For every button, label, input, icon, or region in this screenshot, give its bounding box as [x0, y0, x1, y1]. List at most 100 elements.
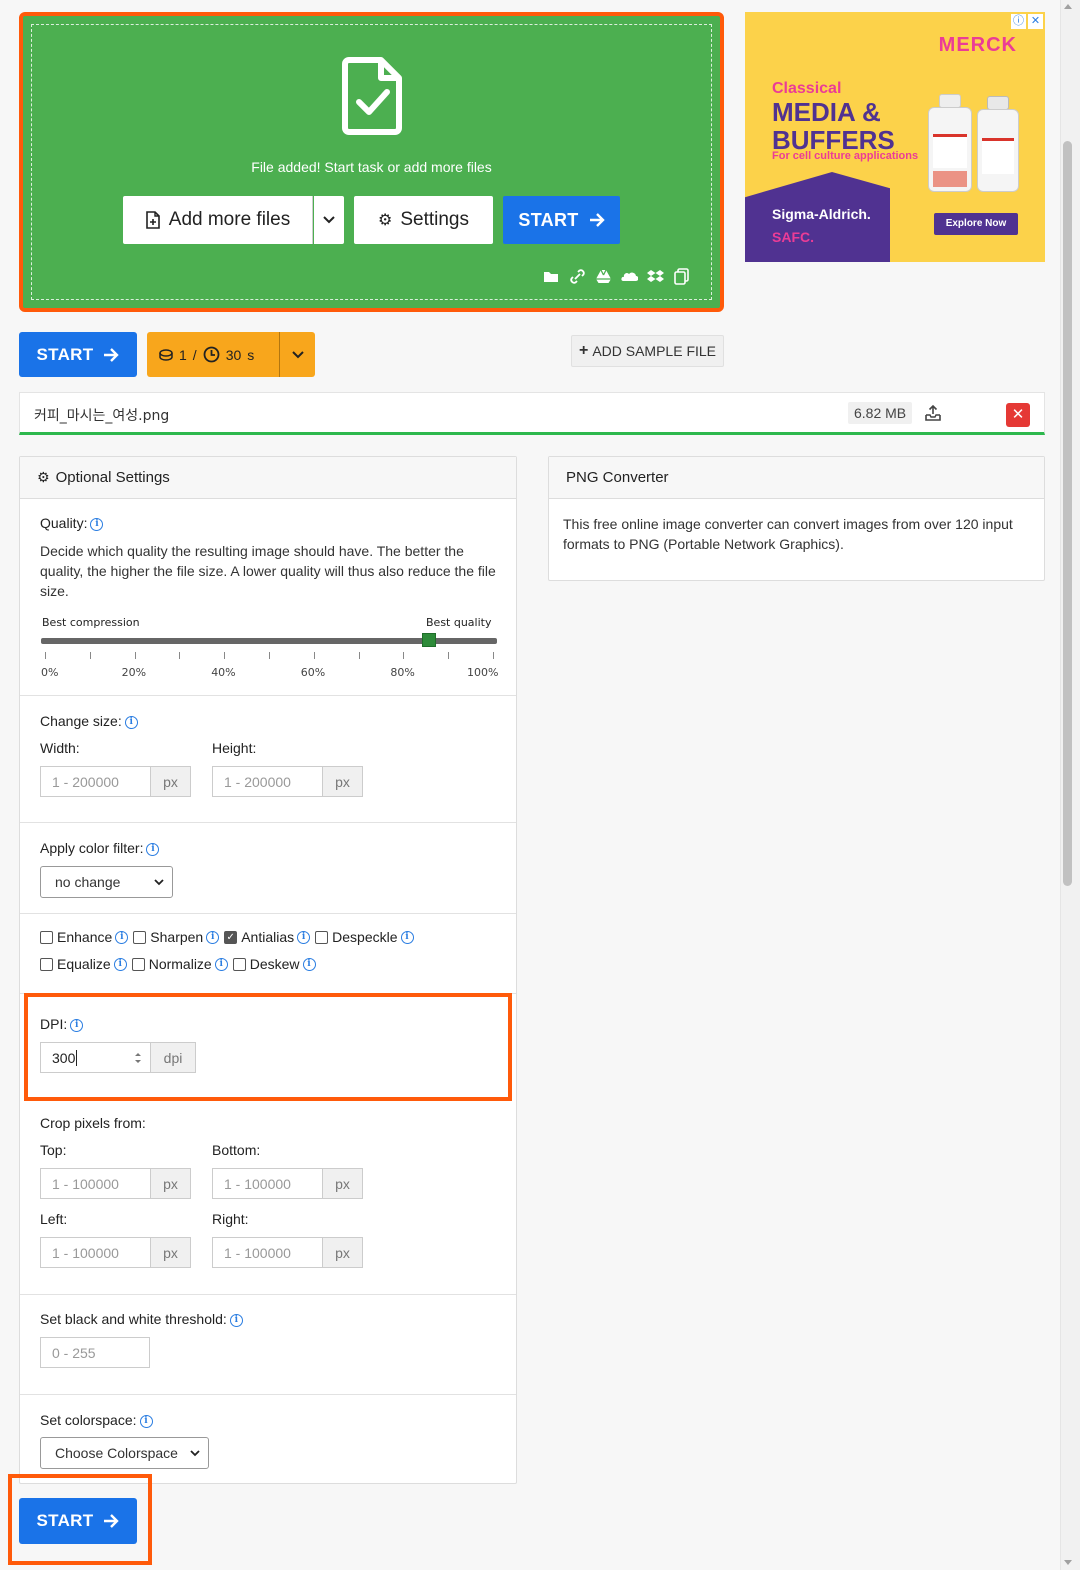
arrow-right-icon: [104, 1514, 120, 1528]
add-sample-file-button[interactable]: + ADD SAMPLE FILE: [571, 335, 724, 367]
file-source-icons: [543, 268, 690, 285]
ad-cta-button[interactable]: Explore Now: [934, 213, 1018, 235]
link-icon[interactable]: [569, 268, 586, 285]
ad-close-icon[interactable]: ✕: [1028, 14, 1043, 29]
info-icon[interactable]: i: [214, 957, 228, 971]
chevron-down-icon: [291, 350, 304, 358]
antialias-checkbox[interactable]: ✓: [224, 930, 238, 944]
info-icon[interactable]: i: [90, 517, 104, 531]
enhance-checkbox[interactable]: [40, 930, 53, 944]
crop-bottom-input[interactable]: 1 - 100000: [212, 1168, 322, 1199]
option-equalize[interactable]: Equalize i: [40, 956, 127, 972]
height-unit: px: [322, 766, 363, 797]
change-size-label-wrap: Change size: i: [40, 713, 138, 729]
crop-left-input[interactable]: 1 - 100000: [40, 1237, 150, 1268]
info-icon[interactable]: i: [115, 930, 129, 944]
deskew-checkbox[interactable]: [232, 957, 246, 971]
credits-count: 1: [179, 346, 187, 363]
file-name: 커피_마시는_여성.png: [34, 408, 170, 424]
onedrive-icon[interactable]: [621, 268, 639, 285]
settings-button[interactable]: ⚙ Settings: [354, 196, 493, 244]
despeckle-checkbox[interactable]: [315, 930, 329, 944]
option-sharpen[interactable]: Sharpen i: [133, 929, 220, 945]
option-enhance[interactable]: Enhance i: [40, 929, 129, 945]
option-normalize[interactable]: Normalize i: [131, 956, 228, 972]
dropbox-icon[interactable]: [647, 268, 664, 285]
crop-top-input[interactable]: 1 - 100000: [40, 1168, 150, 1199]
file-check-icon: [342, 57, 402, 135]
color-filter-section: Apply color filter: i no change: [20, 823, 516, 914]
start-button-top[interactable]: START: [19, 332, 137, 377]
delete-file-button[interactable]: ✕: [1006, 403, 1030, 427]
scroll-up-arrow-icon[interactable]: [1064, 4, 1072, 9]
slider-tick-label: 40%: [211, 666, 236, 679]
slider-tick-label: 0%: [41, 666, 59, 679]
bottle-cap-right: [987, 96, 1009, 110]
folder-icon[interactable]: [543, 268, 560, 285]
width-input[interactable]: 1 - 200000: [40, 766, 150, 797]
width-input-group: 1 - 200000 px: [40, 766, 191, 797]
start-button-bottom[interactable]: START: [19, 1498, 137, 1544]
antialias-label: Antialias: [241, 929, 295, 945]
ad-info-icon[interactable]: ⓘ: [1011, 14, 1026, 29]
info-icon[interactable]: i: [206, 930, 220, 944]
credits-indicator[interactable]: 1 / 30 s: [147, 332, 315, 377]
sharpen-label: Sharpen: [150, 929, 204, 945]
upload-dropzone[interactable]: File added! Start task or add more files…: [19, 12, 724, 312]
width-unit: px: [150, 766, 191, 797]
slider-tick: [313, 652, 315, 659]
crop-right-input[interactable]: 1 - 100000: [212, 1237, 322, 1268]
sharpen-checkbox[interactable]: [133, 930, 147, 944]
info-icon[interactable]: i: [400, 930, 414, 944]
scroll-down-arrow-icon[interactable]: [1064, 1560, 1072, 1565]
option-deskew[interactable]: Deskew i: [232, 956, 316, 972]
equalize-checkbox[interactable]: [40, 957, 53, 971]
add-more-files-button[interactable]: Add more files: [123, 196, 313, 244]
google-drive-icon[interactable]: [595, 268, 612, 285]
chevron-down-icon: [190, 1449, 200, 1456]
normalize-checkbox[interactable]: [131, 957, 145, 971]
threshold-label: Set black and white threshold:: [40, 1311, 227, 1327]
info-icon[interactable]: i: [229, 1313, 243, 1327]
slider-tick: [179, 652, 181, 659]
threshold-input[interactable]: 0 - 255: [40, 1337, 150, 1368]
info-icon[interactable]: i: [113, 957, 127, 971]
bottle-cap-left: [939, 94, 961, 108]
start-button-upload[interactable]: START: [503, 196, 620, 244]
quality-slider-thumb[interactable]: [421, 633, 436, 647]
advertisement[interactable]: ⓘ ✕ MERCK Classical MEDIA & BUFFERS For …: [745, 12, 1045, 262]
color-filter-select[interactable]: no change: [40, 866, 173, 898]
option-antialias[interactable]: ✓ Antialias i: [224, 929, 311, 945]
info-icon[interactable]: i: [139, 1414, 153, 1428]
quality-label-wrap: Quality: i: [40, 515, 104, 531]
credits-dropdown-toggle[interactable]: [280, 350, 315, 359]
crop-top-label: Top:: [40, 1142, 67, 1158]
options-row-1: Enhance i Sharpen i ✓ Antialias i Despeckle i: [40, 929, 419, 945]
ad-subtitle: Classical: [772, 80, 842, 97]
crop-left-unit: px: [150, 1237, 191, 1268]
ad-tagline: For cell culture applications: [772, 150, 919, 162]
png-converter-description: This free online image converter can con…: [563, 516, 1013, 552]
png-converter-title: PNG Converter: [566, 469, 669, 486]
quality-label: Quality:: [40, 515, 88, 531]
info-icon[interactable]: i: [146, 842, 160, 856]
add-more-dropdown-toggle[interactable]: [314, 196, 344, 244]
info-icon[interactable]: i: [302, 957, 316, 971]
gear-icon: ⚙: [37, 469, 50, 485]
height-input[interactable]: 1 - 200000: [212, 766, 322, 797]
scrollbar-thumb[interactable]: [1063, 141, 1072, 886]
slider-tick-label: 20%: [121, 666, 147, 679]
upload-tray-icon[interactable]: [923, 403, 943, 423]
quality-description: Decide which quality the resulting image…: [40, 543, 496, 599]
colorspace-select[interactable]: Choose Colorspace: [40, 1437, 209, 1469]
clipboard-icon[interactable]: [673, 268, 690, 285]
best-compression-label: Best compression: [42, 616, 140, 629]
info-icon[interactable]: i: [124, 715, 138, 729]
height-label: Height:: [212, 740, 257, 756]
info-icon[interactable]: i: [297, 930, 311, 944]
slider-tick: [89, 652, 91, 659]
ad-sigma-logo: Sigma-Aldrich.: [772, 206, 871, 222]
option-despeckle[interactable]: Despeckle i: [315, 929, 414, 945]
crop-left-label: Left:: [40, 1211, 68, 1227]
dpi-highlight-box: [24, 993, 512, 1101]
